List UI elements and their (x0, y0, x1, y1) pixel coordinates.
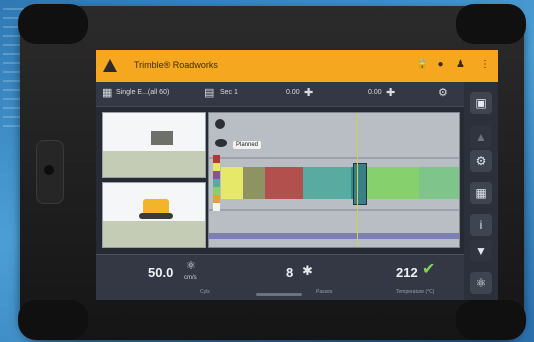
legend-swatch-2 (213, 163, 220, 171)
legend-swatch-4 (213, 179, 220, 187)
machine-side-icon (151, 131, 173, 145)
coverage-segment-4 (303, 167, 351, 199)
roller-position-icon (353, 163, 367, 205)
view-toggle-button[interactable]: ▣ (470, 92, 492, 114)
planned-tag[interactable]: Planned (233, 141, 262, 149)
compass-icon[interactable] (215, 119, 225, 129)
eye-icon[interactable] (215, 139, 227, 147)
app-logo-icon (103, 59, 117, 72)
more-icon[interactable]: ⋮ (480, 59, 490, 70)
temperature-label: Temperature (°C) (396, 289, 435, 295)
speed-label: Cyls (200, 289, 210, 295)
bumper-bottom-left (18, 300, 88, 340)
design-label[interactable]: Single E...(all 60) (116, 89, 169, 96)
crosshair-right-icon[interactable]: ✚ (386, 87, 395, 99)
info-button[interactable]: i (470, 214, 492, 236)
legend-swatch-3 (213, 171, 220, 179)
coverage-segment-1 (221, 167, 243, 199)
pass-count-label: Passes (316, 289, 333, 295)
lane-line-top (209, 157, 459, 159)
coverage-segment-3 (265, 167, 303, 199)
roller-pass-icon: ✱ (302, 263, 313, 278)
pass-count-legend (213, 155, 220, 211)
legend-swatch-1 (213, 155, 220, 163)
roller-view-button[interactable]: ⚙ (470, 150, 492, 172)
settings-gear-icon[interactable]: ⚙ (438, 87, 448, 99)
nav-down-button[interactable]: ▼ (470, 240, 492, 262)
right-tool-rail: ▣ ▲ ⚙ ▦ i ▼ ⚛ (464, 82, 498, 300)
app-title: Trimble® Roadworks (134, 60, 218, 70)
legend-swatch-7 (213, 203, 220, 211)
side-camera-tab (36, 140, 64, 204)
position-marker-line (357, 113, 358, 247)
coverage-segment-2 (243, 167, 265, 199)
person-icon[interactable]: ♟ (456, 59, 465, 70)
crosshair-left-icon[interactable]: ✚ (304, 87, 313, 99)
legend-swatch-6 (213, 195, 220, 203)
left-view-panels (102, 112, 206, 248)
speed-unit: cm/s (184, 275, 197, 281)
surface-icon[interactable]: ▤ (204, 87, 214, 99)
rear-view-ground (103, 221, 205, 247)
offset-right-value: 0.00 (368, 89, 382, 96)
bumper-bottom-right (456, 300, 526, 340)
lane-line-bottom (209, 209, 459, 211)
roller-drum-small-icon: ⚛ (186, 260, 196, 272)
coverage-segment-6 (361, 167, 419, 199)
app-title-bar: Trimble® Roadworks 🔒 ● ♟ ⋮ (96, 50, 498, 82)
nav-up-button[interactable]: ▲ (470, 126, 492, 148)
pass-count-value: 8 (286, 265, 294, 280)
camera-lens (44, 165, 54, 175)
speed-value: 50.0 (148, 265, 174, 280)
reference-strip (209, 233, 459, 239)
temperature-status-icon: ✔ (422, 261, 436, 278)
bell-icon[interactable]: ● (436, 59, 445, 70)
plan-view-map[interactable]: Planned (208, 112, 460, 248)
rear-view-panel[interactable] (102, 182, 206, 248)
bumper-top-left (18, 4, 88, 44)
bumper-top-right (456, 4, 526, 44)
side-view-ground (103, 151, 205, 177)
offset-left-value: 0.00 (286, 89, 300, 96)
side-view-panel[interactable] (102, 112, 206, 178)
legend-swatch-5 (213, 187, 220, 195)
lock-icon[interactable]: 🔒 (416, 59, 428, 70)
machine-view-button[interactable]: ▦ (470, 182, 492, 204)
temperature-value: 212 (396, 265, 418, 280)
tablet-screen: Trimble® Roadworks 🔒 ● ♟ ⋮ ▦ Single E...… (96, 50, 498, 300)
surface-label[interactable]: Sec 1 (220, 89, 238, 96)
roller-drum-icon (139, 213, 173, 219)
design-file-icon[interactable]: ▦ (102, 87, 112, 99)
design-toolbar: ▦ Single E...(all 60) ▤ Sec 1 0.00 ✚ 0.0… (96, 82, 464, 107)
coverage-segment-7 (419, 167, 459, 199)
roller-settings-button[interactable]: ⚛ (470, 272, 492, 294)
home-indicator[interactable] (256, 293, 302, 296)
